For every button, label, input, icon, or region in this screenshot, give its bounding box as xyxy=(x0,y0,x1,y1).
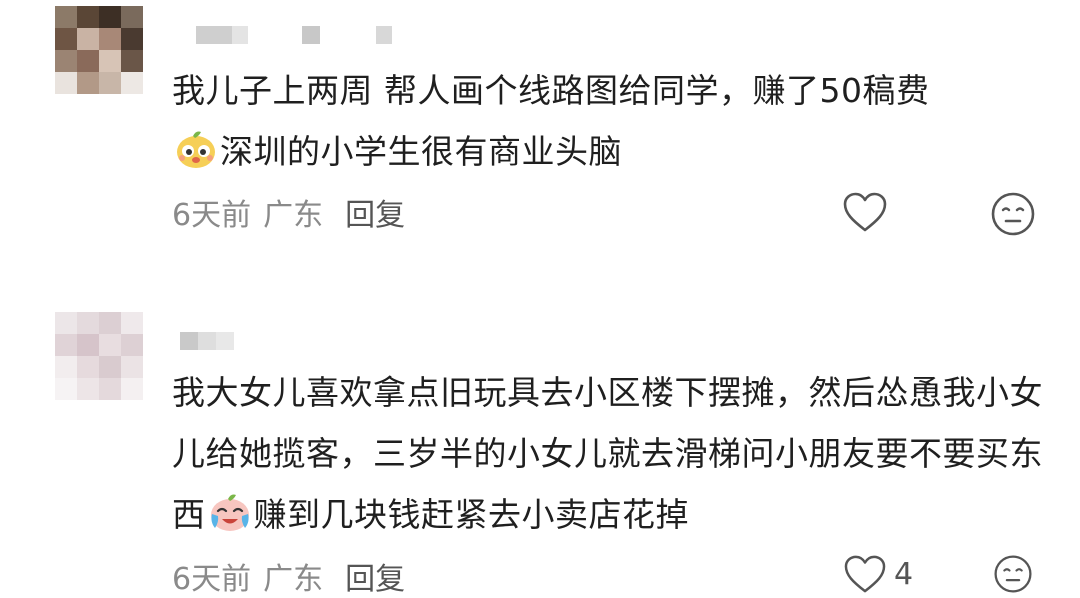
heart-outline-icon xyxy=(843,192,887,232)
comment-item: 我大女儿喜欢拿点旧玩具去小区楼下摆摊，然后怂恿我小女儿给她揽客，三岁半的小女儿就… xyxy=(0,300,1080,597)
comment-time: 6天前 xyxy=(172,562,252,597)
avatar[interactable] xyxy=(55,6,143,94)
cute-face-emoji xyxy=(177,131,215,168)
like-button[interactable]: 4 xyxy=(842,554,913,594)
username-blurred[interactable] xyxy=(180,332,240,350)
comment-location: 广东 xyxy=(263,198,324,233)
crying-laughing-face-emoji xyxy=(210,494,249,531)
avatar[interactable] xyxy=(55,312,143,400)
heart-outline-icon xyxy=(844,555,886,593)
neutral-face-icon[interactable] xyxy=(990,191,1036,237)
comment-text-part: 我儿子上两周 帮人画个线路图给同学，赚了50稿费 xyxy=(172,71,930,110)
comment-meta: 6天前 广东 回复 xyxy=(172,190,405,234)
comment-text: 我儿子上两周 帮人画个线路图给同学，赚了50稿费 深圳的小学生很有商业头脑 xyxy=(172,60,1052,182)
reply-button[interactable]: 回复 xyxy=(345,198,405,233)
comment-meta: 6天前 广东 回复 xyxy=(172,554,405,598)
comment-time: 6天前 xyxy=(172,198,252,233)
comment-text: 我大女儿喜欢拿点旧玩具去小区楼下摆摊，然后怂恿我小女儿给她揽客，三岁半的小女儿就… xyxy=(172,362,1052,545)
like-count: 4 xyxy=(894,556,914,592)
comment-item: 我儿子上两周 帮人画个线路图给同学，赚了50稿费 深圳的小学生很有商业头脑 6天… xyxy=(0,0,1080,260)
neutral-face-icon[interactable] xyxy=(990,554,1036,594)
comment-location: 广东 xyxy=(263,562,324,597)
like-button[interactable] xyxy=(842,191,894,233)
comment-text-part: 深圳的小学生很有商业头脑 xyxy=(220,132,622,171)
comment-text-part: 赚到几块钱赶紧去小卖店花掉 xyxy=(253,495,689,534)
username-blurred[interactable] xyxy=(196,26,396,44)
reply-button[interactable]: 回复 xyxy=(345,562,405,597)
